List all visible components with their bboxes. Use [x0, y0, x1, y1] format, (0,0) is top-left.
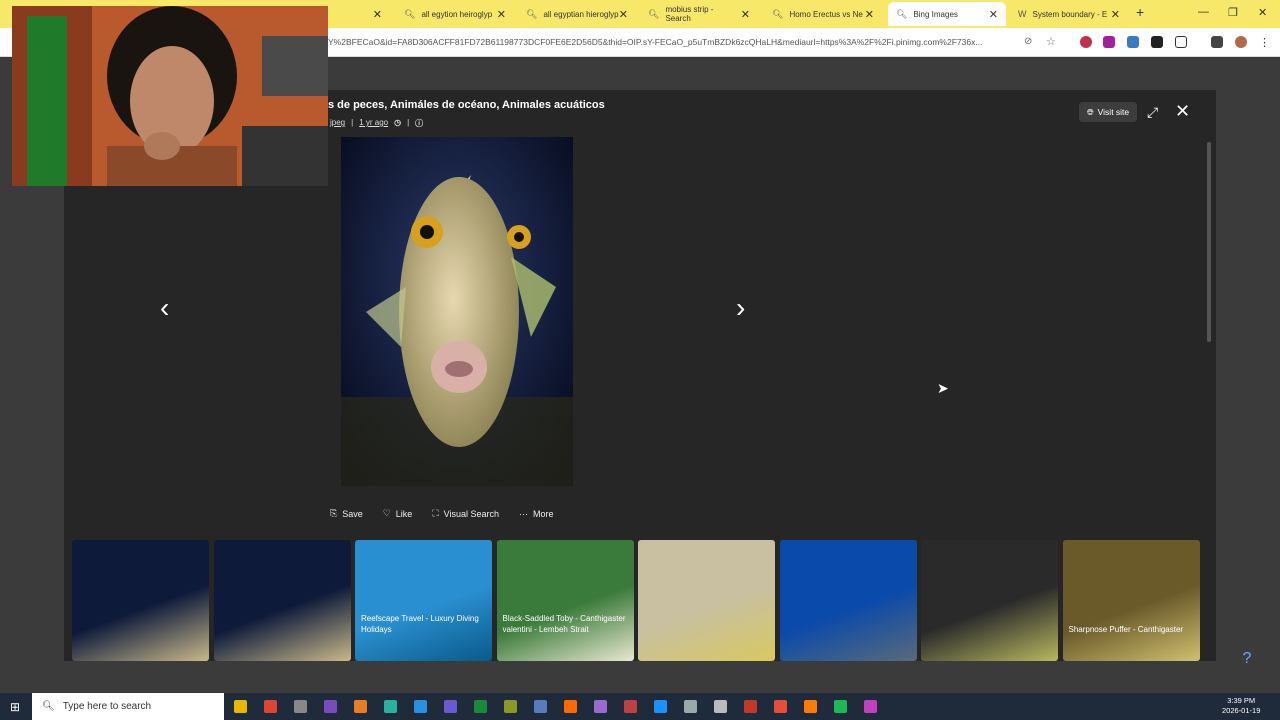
taskbar-app-icon[interactable]	[804, 700, 817, 713]
close-icon[interactable]: ✕	[989, 8, 998, 21]
related-image-thumb[interactable]	[213, 540, 351, 661]
related-image-thumb[interactable]: Reefscape Travel - Luxury Diving Holiday…	[355, 540, 492, 661]
search-icon: 🔍︎	[526, 8, 538, 19]
visit-site-button[interactable]: 🌐︎ Visit site	[1079, 102, 1137, 122]
kebab-menu-icon[interactable]: ⋮	[1259, 36, 1271, 49]
taskbar-app-icon[interactable]	[624, 700, 637, 713]
puzzle-icon[interactable]	[1175, 36, 1187, 48]
taskbar-app-icon[interactable]	[534, 700, 547, 713]
close-icon[interactable]: ✕	[373, 8, 382, 21]
scrollbar[interactable]	[1207, 142, 1211, 342]
heart-icon: ♡	[382, 508, 391, 518]
meta-time[interactable]: 1 yr ago	[359, 118, 388, 129]
search-icon: 🔍︎	[42, 701, 55, 712]
taskbar-app-icon[interactable]	[474, 700, 487, 713]
search-icon: 🔍︎	[404, 8, 416, 19]
taskbar-app-icon[interactable]	[354, 700, 367, 713]
windows-start-icon[interactable]: ⊞	[10, 700, 20, 714]
tab-5[interactable]: W System boundary - E ✕	[1010, 2, 1128, 26]
save-button[interactable]: ⎘ Save	[330, 508, 363, 519]
search-icon: 🔍︎	[896, 8, 908, 19]
search-icon: 🔍︎	[648, 8, 660, 19]
wikipedia-icon: W	[1018, 9, 1027, 19]
info-icon[interactable]: ⓘ	[415, 118, 423, 129]
close-viewer-icon[interactable]: ✕	[1175, 101, 1190, 122]
more-button[interactable]: ··· More	[519, 508, 554, 519]
taskbar-app-icon[interactable]	[834, 700, 847, 713]
tab-3[interactable]: 🔍︎ Homo Erectus vs Ne ✕	[764, 2, 882, 26]
taskbar-app-icon[interactable]	[264, 700, 277, 713]
taskbar-app-icon[interactable]	[744, 700, 757, 713]
taskbar-app-icon[interactable]	[384, 700, 397, 713]
tab-partial[interactable]: ✕	[330, 2, 390, 26]
menu-icon[interactable]	[1211, 36, 1223, 48]
tab-2[interactable]: 🔍︎ mobius strip - Search ✕	[640, 2, 758, 26]
taskbar-app-icon[interactable]	[594, 700, 607, 713]
tab-0[interactable]: 🔍︎ all egytion heiroglyp ✕	[396, 2, 514, 26]
meta-source[interactable]: jpeg	[330, 118, 345, 129]
extension-icon[interactable]	[1151, 36, 1163, 48]
taskbar-app-icon[interactable]	[684, 700, 697, 713]
taskbar-app-icon[interactable]	[504, 700, 517, 713]
tab-4-active[interactable]: 🔍︎ Bing Images ✕	[888, 2, 1006, 26]
related-image-thumb[interactable]: Black-Saddled Toby - Canthigaster valent…	[496, 540, 634, 661]
taskbar-search-input[interactable]: 🔍︎ Type here to search	[32, 693, 224, 720]
history-icon: ◷	[394, 118, 402, 127]
webcam-overlay	[12, 6, 328, 186]
extension-icon[interactable]	[1127, 36, 1139, 48]
thumb-caption: Sharpnose Puffer - Canthigaster	[1068, 624, 1184, 634]
eye-off-icon[interactable]: ⊘	[1024, 36, 1036, 48]
close-icon[interactable]: ✕	[741, 8, 750, 21]
window-close-icon[interactable]: ✕	[1258, 6, 1267, 19]
url-field[interactable]: Y%2BFECaO&id=FA8D306ACFF81FD72B61198773D…	[328, 37, 1018, 47]
previous-image-icon[interactable]: ‹	[160, 292, 169, 324]
image-meta: jpeg | 1 yr ago ◷ | ⓘ	[330, 118, 424, 129]
taskbar-app-icon[interactable]	[564, 700, 577, 713]
extension-icon[interactable]	[1103, 36, 1115, 48]
related-image-thumb[interactable]	[72, 540, 209, 661]
close-icon[interactable]: ✕	[497, 8, 506, 21]
save-icon: ⎘	[330, 508, 338, 518]
like-button[interactable]: ♡ Like	[383, 508, 413, 519]
system-clock[interactable]: 3:39 PM 2026-01-19	[1222, 696, 1260, 716]
close-icon[interactable]: ✕	[1111, 8, 1120, 21]
taskbar-app-icon[interactable]	[324, 700, 337, 713]
image-actions: ⎘ Save ♡ Like ⛶ Visual Search ··· More	[330, 508, 554, 519]
taskbar-app-icon[interactable]	[234, 700, 247, 713]
related-image-thumb[interactable]	[779, 540, 917, 661]
ellipsis-icon: ···	[519, 508, 528, 519]
webcam-feed-image	[12, 6, 328, 186]
taskbar-app-icon[interactable]	[774, 700, 787, 713]
visual-search-button[interactable]: ⛶ Visual Search	[432, 508, 499, 519]
visual-search-icon: ⛶	[432, 508, 439, 518]
expand-icon[interactable]: ⤢	[1147, 104, 1158, 121]
related-image-thumb[interactable]: Sharpnose Puffer - Canthigaster	[1062, 540, 1200, 661]
taskbar-app-icon[interactable]	[414, 700, 427, 713]
taskbar-app-icon[interactable]	[294, 700, 307, 713]
star-icon[interactable]: ☆	[1046, 35, 1058, 48]
next-image-icon[interactable]: ›	[736, 292, 745, 324]
minimize-icon[interactable]: —	[1198, 6, 1209, 18]
new-tab-icon[interactable]: +	[1136, 4, 1144, 20]
extension-icon[interactable]	[1080, 36, 1092, 48]
close-icon[interactable]: ✕	[619, 8, 628, 21]
mouse-cursor-icon: ➤	[937, 380, 949, 396]
thumb-caption: Black-Saddled Toby - Canthigaster valent…	[502, 614, 626, 634]
help-icon[interactable]: ?	[1236, 650, 1258, 672]
related-image-thumb[interactable]	[921, 540, 1058, 661]
maximize-icon[interactable]: ❐	[1228, 6, 1238, 19]
search-icon: 🔍︎	[772, 8, 784, 19]
related-image-thumb[interactable]	[638, 540, 775, 661]
taskbar-app-icon[interactable]	[714, 700, 727, 713]
taskbar-app-icon[interactable]	[864, 700, 877, 713]
taskbar-app-icon[interactable]	[654, 700, 667, 713]
avatar[interactable]	[1235, 36, 1247, 48]
globe-icon: 🌐︎	[1086, 106, 1094, 117]
main-fish-image[interactable]	[341, 137, 573, 486]
close-icon[interactable]: ✕	[865, 8, 874, 21]
taskbar-app-icon[interactable]	[444, 700, 457, 713]
tab-1[interactable]: 🔍︎ all egyptian hieroglyp ✕	[518, 2, 636, 26]
thumb-caption: Reefscape Travel - Luxury Diving Holiday…	[361, 614, 479, 634]
image-title: s de peces, Animáles de océano, Animales…	[328, 99, 605, 111]
